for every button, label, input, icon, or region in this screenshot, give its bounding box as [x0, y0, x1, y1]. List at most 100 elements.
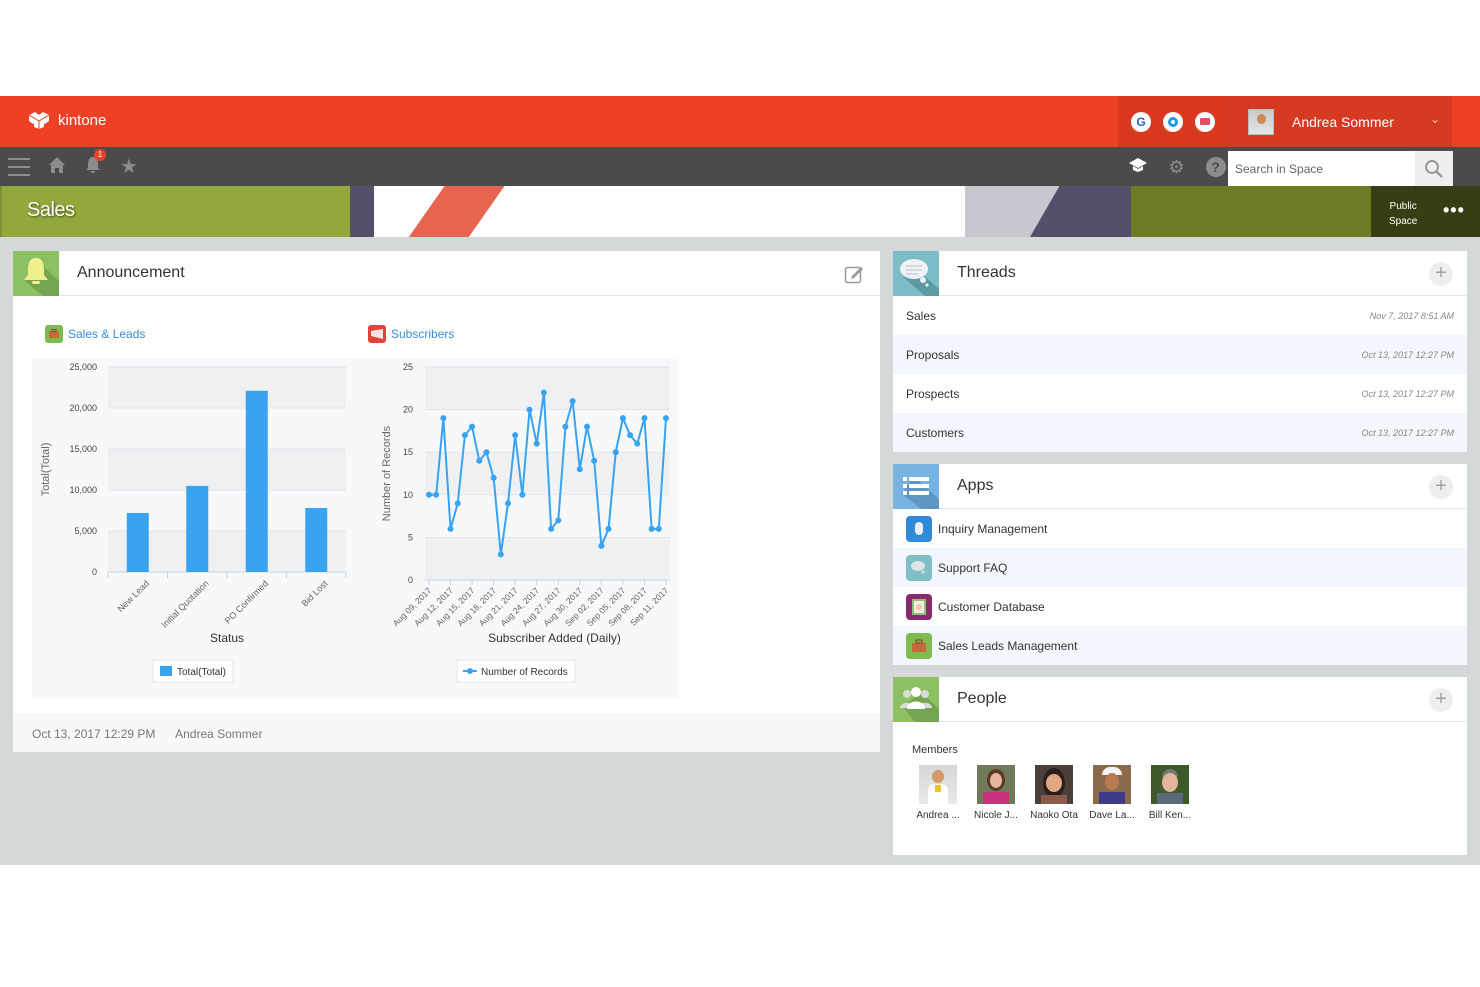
line-point [641, 415, 648, 422]
banner-decoration [1131, 186, 1371, 237]
add-member-button[interactable]: + [1429, 688, 1453, 712]
kintone-logo[interactable]: kintone [26, 110, 106, 130]
members-label: Members [912, 744, 958, 756]
people-header: People + [893, 676, 1467, 722]
line-point [526, 406, 533, 413]
member-avatar [1035, 765, 1073, 804]
notification-badge: 1 [94, 148, 106, 161]
bar-chart-ytick-label: 20,000 [69, 403, 97, 413]
thread-bubble-icon [893, 250, 939, 296]
line-point [627, 432, 634, 439]
member-item[interactable]: Naoko Ota [1025, 765, 1083, 821]
app-item[interactable]: Customer Database [893, 587, 1467, 626]
line-point [576, 466, 583, 473]
bar-chart-ytick-label: 15,000 [69, 444, 97, 454]
subscribers-link[interactable]: Subscribers [368, 325, 454, 343]
subscribers-label: Subscribers [391, 327, 455, 341]
line-point [663, 415, 669, 422]
bar-chart-xtick-label: PO Confirmed [223, 578, 270, 625]
search-button[interactable] [1415, 151, 1453, 186]
line-chart-ytick-label: 25 [403, 362, 413, 372]
thread-item[interactable]: Proposals Oct 13, 2017 12:27 PM [893, 335, 1467, 374]
announcement-author[interactable]: Andrea Sommer [175, 727, 262, 741]
line-point [505, 500, 511, 507]
space-title-area: Sales [0, 186, 350, 237]
line-point [519, 491, 526, 498]
briefcase-icon [906, 632, 932, 659]
edit-icon[interactable] [844, 264, 864, 284]
member-item[interactable]: Andrea ... [909, 765, 967, 821]
line-point [483, 449, 490, 456]
home-icon[interactable] [48, 156, 66, 178]
app-name: Customer Database [938, 599, 1045, 614]
search-input[interactable] [1228, 151, 1415, 186]
header-right: G Andrea Sommer ⌄ [1118, 96, 1452, 147]
google-icon[interactable]: G [1131, 111, 1151, 132]
thread-timestamp: Oct 13, 2017 12:27 PM [1361, 349, 1454, 360]
announcement-card: Announcement Sales & Leads Subscribers 0… [13, 250, 880, 752]
thread-name: Proposals [906, 347, 960, 362]
line-point [461, 432, 468, 439]
mail-icon[interactable] [1195, 111, 1215, 132]
bar-initial-quotation [186, 485, 209, 572]
thread-timestamp: Oct 13, 2017 12:27 PM [1361, 427, 1454, 438]
line-point [433, 491, 440, 498]
favorites-star-icon[interactable]: ★ [120, 157, 138, 177]
threads-title: Threads [957, 264, 1016, 281]
thread-name: Prospects [906, 386, 960, 401]
chat-bubble-icon [906, 554, 932, 581]
announcement-title: Announcement [77, 264, 185, 281]
apps-list: Inquiry Management Support FAQ Customer … [893, 509, 1467, 665]
bar-chart-ylabel: Total(Total) [40, 443, 52, 497]
notification-bell-icon[interactable]: 1 [84, 148, 106, 179]
add-thread-button[interactable]: + [1429, 262, 1453, 286]
menu-icon[interactable] [8, 157, 30, 176]
space-visibility: Public Space [1389, 199, 1417, 229]
line-chart-grid-band [425, 367, 670, 410]
graduation-cap-icon[interactable] [1118, 156, 1157, 177]
app-item[interactable]: Inquiry Management [893, 509, 1467, 548]
more-options-icon[interactable]: ••• [1443, 200, 1465, 221]
app-item[interactable]: Sales Leads Management [893, 626, 1467, 665]
bar-po-confirmed [245, 390, 268, 572]
user-menu[interactable]: Andrea Sommer ⌄ [1228, 96, 1452, 147]
thread-item[interactable]: Customers Oct 13, 2017 12:27 PM [893, 413, 1467, 452]
thread-item[interactable]: Prospects Oct 13, 2017 12:27 PM [893, 374, 1467, 413]
office-icon[interactable] [1163, 111, 1183, 132]
thread-item[interactable]: Sales Nov 7, 2017 8:51 AM [893, 296, 1467, 335]
apps-header: Apps + [893, 463, 1467, 509]
member-name: Naoko Ota [1030, 810, 1078, 821]
kintone-logo-icon [28, 112, 50, 129]
bar-chart-ytick-label: 10,000 [69, 485, 97, 495]
app-item[interactable]: Support FAQ [893, 548, 1467, 587]
user-name: Andrea Sommer [1292, 113, 1394, 130]
member-name: Andrea ... [916, 810, 960, 821]
line-chart-grid-band [425, 537, 670, 580]
member-item[interactable]: Dave La... [1083, 765, 1141, 821]
app-name: Sales Leads Management [938, 638, 1078, 653]
line-point [584, 423, 590, 430]
member-avatar [1151, 765, 1189, 804]
bar-chart-legend-label: Total(Total) [177, 667, 226, 678]
member-item[interactable]: Nicole J... [967, 765, 1025, 821]
top-header: kintone G Andrea Sommer ⌄ [0, 96, 1480, 147]
bar-chart-xtick-label: Initial Quotation [159, 578, 210, 629]
bar-chart-ytick-label: 5,000 [74, 526, 97, 536]
line-chart-legend-label: Number of Records [481, 667, 568, 678]
app-list-icon [893, 463, 939, 509]
member-item[interactable]: Bill Ken... [1141, 765, 1199, 821]
people-group-icon [893, 676, 939, 722]
add-app-button[interactable]: + [1429, 475, 1453, 499]
line-point [490, 474, 497, 481]
service-links: G [1118, 96, 1228, 147]
threads-list: Sales Nov 7, 2017 8:51 AM Proposals Oct 13… [893, 296, 1467, 452]
bar-chart-xtick-label: New Lead [115, 578, 151, 614]
line-point [533, 440, 540, 447]
sales-leads-link[interactable]: Sales & Leads [45, 325, 145, 343]
visibility-line: Space [1389, 216, 1418, 227]
gear-icon[interactable]: ⚙ [1157, 158, 1196, 176]
line-point [591, 457, 598, 464]
line-point [555, 517, 562, 524]
announcement-date: Oct 13, 2017 12:29 PM [32, 727, 156, 741]
member-avatar [1093, 765, 1131, 804]
